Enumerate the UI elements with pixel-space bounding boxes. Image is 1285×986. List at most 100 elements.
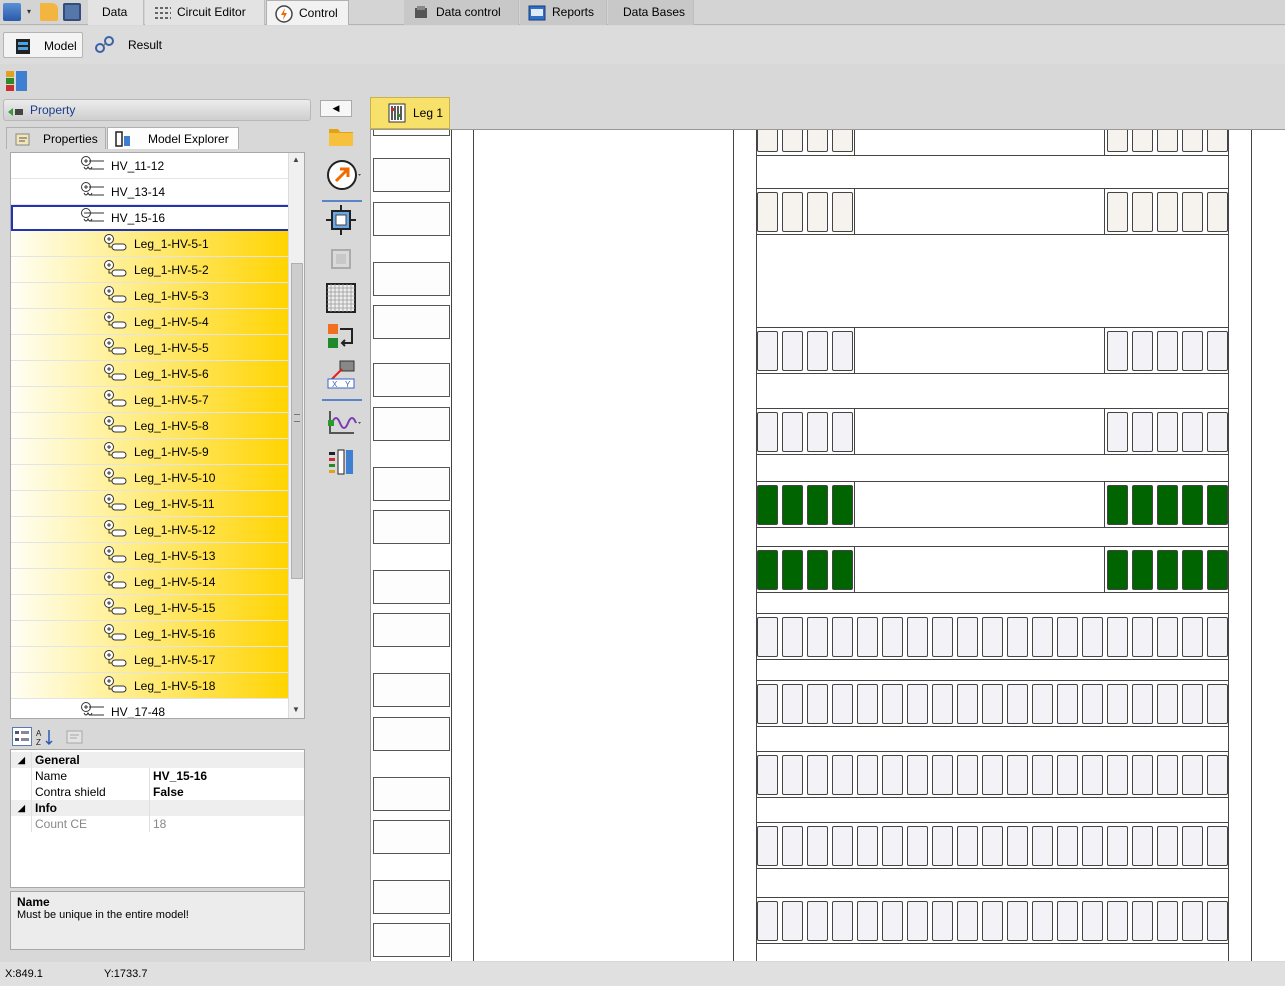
conductor-cell[interactable] xyxy=(757,331,778,371)
cable-row[interactable] xyxy=(756,327,1229,374)
left-cell[interactable] xyxy=(373,880,450,914)
conductor-cell[interactable] xyxy=(782,826,803,866)
conductor-cell[interactable] xyxy=(1157,192,1178,232)
conductor-cell[interactable] xyxy=(1107,192,1128,232)
left-cell[interactable] xyxy=(373,923,450,957)
layout-switch-icon[interactable] xyxy=(5,70,29,92)
conductor-cell-active[interactable] xyxy=(757,485,778,525)
conductor-cell[interactable] xyxy=(1107,331,1128,371)
tree-item-leg[interactable]: Leg_1-HV-5-13 xyxy=(11,543,290,569)
conductor-cell[interactable] xyxy=(1132,130,1153,152)
conductor-cell[interactable] xyxy=(857,826,878,866)
conductor-cell[interactable] xyxy=(757,755,778,795)
left-cell[interactable] xyxy=(373,130,450,136)
conductor-cell[interactable] xyxy=(1182,826,1203,866)
conductor-cell[interactable] xyxy=(957,901,978,941)
tree-item-leg[interactable]: Leg_1-HV-5-5 xyxy=(11,335,290,361)
conductor-cell[interactable] xyxy=(1182,331,1203,371)
conductor-cell[interactable] xyxy=(757,192,778,232)
conductor-cell[interactable] xyxy=(1107,130,1128,152)
conductor-cell[interactable] xyxy=(832,192,853,232)
cable-row-full[interactable] xyxy=(756,613,1229,660)
conductor-cell[interactable] xyxy=(857,684,878,724)
conductor-cell[interactable] xyxy=(1007,617,1028,657)
tree-item-leg[interactable]: Leg_1-HV-5-6 xyxy=(11,361,290,387)
conductor-cell[interactable] xyxy=(1132,755,1153,795)
conductor-cell-active[interactable] xyxy=(832,550,853,590)
conductor-cell[interactable] xyxy=(932,755,953,795)
left-cell[interactable] xyxy=(373,158,450,192)
conductor-cell[interactable] xyxy=(1032,755,1053,795)
tab-properties[interactable]: Properties xyxy=(6,127,106,149)
conductor-cell[interactable] xyxy=(1182,617,1203,657)
categorized-button[interactable] xyxy=(12,727,32,746)
conductor-cell[interactable] xyxy=(982,901,1003,941)
conductor-cell[interactable] xyxy=(1082,755,1103,795)
grid-tool-icon[interactable] xyxy=(326,283,356,313)
tree-item-leg[interactable]: Leg_1-HV-5-4 xyxy=(11,309,290,335)
left-cell[interactable] xyxy=(373,363,450,397)
conductor-cell[interactable] xyxy=(1032,901,1053,941)
property-panel-header[interactable]: Property xyxy=(3,99,311,121)
left-cell[interactable] xyxy=(373,262,450,296)
tree-item-hv-17-48[interactable]: HV_17-48 xyxy=(11,699,290,718)
tab-circuit-editor[interactable]: Circuit Editor xyxy=(145,0,265,25)
tree-item-leg[interactable]: Leg_1-HV-5-8 xyxy=(11,413,290,439)
conductor-cell[interactable] xyxy=(957,617,978,657)
conductor-cell[interactable] xyxy=(1157,826,1178,866)
conductor-cell[interactable] xyxy=(982,755,1003,795)
conductor-cell[interactable] xyxy=(1182,901,1203,941)
conductor-cell[interactable] xyxy=(907,826,928,866)
conductor-cell[interactable] xyxy=(807,130,828,152)
center-tool-icon[interactable] xyxy=(326,244,356,274)
collapse-icon[interactable]: ◢ xyxy=(18,800,25,816)
conductor-cell-active[interactable] xyxy=(1157,485,1178,525)
conductor-cell[interactable] xyxy=(1082,684,1103,724)
conductor-cell[interactable] xyxy=(1157,755,1178,795)
conductor-cell[interactable] xyxy=(807,901,828,941)
tree-item-leg[interactable]: Leg_1-HV-5-12 xyxy=(11,517,290,543)
document-tab-leg-1[interactable]: Leg 1 xyxy=(370,97,450,129)
conductor-cell[interactable] xyxy=(832,755,853,795)
cable-row-selected[interactable] xyxy=(756,546,1229,593)
scroll-down-icon[interactable]: ▼ xyxy=(292,705,300,714)
tree-scrollbar[interactable]: ▲ ▼ xyxy=(288,153,304,718)
conductor-cell[interactable] xyxy=(1007,684,1028,724)
conductor-cell[interactable] xyxy=(1107,412,1128,452)
conductor-cell[interactable] xyxy=(1082,617,1103,657)
property-pages-button[interactable] xyxy=(66,729,84,745)
conductor-cell[interactable] xyxy=(1207,331,1228,371)
conductor-cell[interactable] xyxy=(757,826,778,866)
conductor-cell-active[interactable] xyxy=(807,485,828,525)
conductor-cell[interactable] xyxy=(1107,684,1128,724)
property-grid[interactable]: ◢ General Name HV_15-16 Contra shield Fa… xyxy=(10,749,305,888)
conductor-cell[interactable] xyxy=(1057,617,1078,657)
conductor-cell[interactable] xyxy=(1182,412,1203,452)
conductor-cell[interactable] xyxy=(882,826,903,866)
conductor-cell[interactable] xyxy=(1082,901,1103,941)
conductor-cell[interactable] xyxy=(832,617,853,657)
conductor-cell[interactable] xyxy=(932,826,953,866)
property-name-value[interactable]: HV_15-16 xyxy=(153,768,207,784)
conductor-cell[interactable] xyxy=(832,826,853,866)
conductor-cell[interactable] xyxy=(782,755,803,795)
collapse-icon[interactable]: ◢ xyxy=(18,752,25,768)
conductor-cell[interactable] xyxy=(907,617,928,657)
conductor-cell[interactable] xyxy=(782,684,803,724)
conductor-cell[interactable] xyxy=(1182,192,1203,232)
fit-view-tool-icon[interactable] xyxy=(326,205,356,235)
conductor-cell[interactable] xyxy=(882,901,903,941)
model-button[interactable]: Model xyxy=(3,32,83,58)
conductor-cell[interactable] xyxy=(957,684,978,724)
left-cell[interactable] xyxy=(373,717,450,751)
tree-item-leg[interactable]: Leg_1-HV-5-17 xyxy=(11,647,290,673)
conductor-cell[interactable] xyxy=(1107,755,1128,795)
conductor-cell[interactable] xyxy=(1132,901,1153,941)
conductor-cell[interactable] xyxy=(982,684,1003,724)
conductor-cell[interactable] xyxy=(1207,617,1228,657)
left-cell[interactable] xyxy=(373,570,450,604)
tree-item-leg[interactable]: Leg_1-HV-5-3 xyxy=(11,283,290,309)
tab-control[interactable]: Control xyxy=(266,0,349,25)
conductor-cell[interactable] xyxy=(1157,412,1178,452)
cable-row-selected[interactable] xyxy=(756,481,1229,528)
